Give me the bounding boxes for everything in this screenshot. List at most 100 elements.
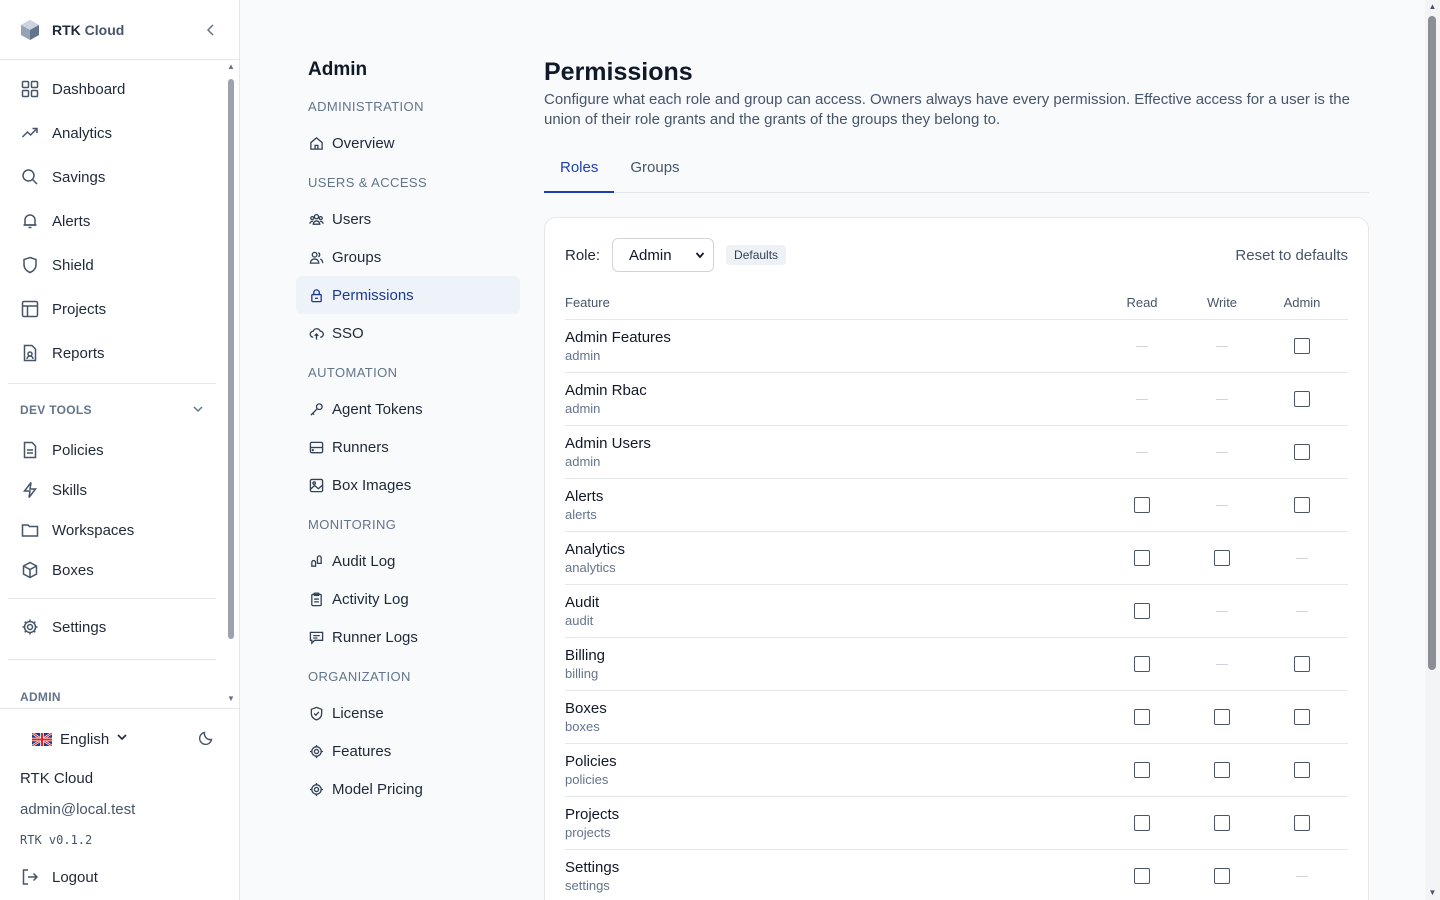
- admin-checkbox[interactable]: [1294, 497, 1310, 513]
- subnav-section-users-access: USERS & ACCESS: [308, 175, 428, 190]
- dashboard-icon: [20, 79, 40, 99]
- logout-button[interactable]: Logout: [0, 859, 239, 895]
- scroll-up-icon[interactable]: ▲: [227, 63, 235, 71]
- sidebar-item-settings[interactable]: Settings: [0, 605, 224, 649]
- sidebar-item-boxes[interactable]: Boxes: [0, 550, 224, 590]
- table-row: Analytics analytics: [565, 532, 1348, 585]
- sidebar-item-alerts[interactable]: Alerts: [0, 199, 224, 243]
- subnav-item-label: Runner Logs: [332, 628, 418, 646]
- page-scrollbar[interactable]: ▲ ▼: [1425, 0, 1440, 900]
- sidebar: RTK Cloud Dashboard Analytics Savings Al…: [0, 0, 240, 900]
- tab-groups[interactable]: Groups: [614, 154, 695, 193]
- subnav-item-groups[interactable]: Groups: [296, 238, 520, 276]
- admin-checkbox[interactable]: [1294, 391, 1310, 407]
- table-row: Alerts alerts: [565, 479, 1348, 532]
- table-row: Boxes boxes: [565, 691, 1348, 744]
- read-checkbox[interactable]: [1134, 656, 1150, 672]
- admin-checkbox[interactable]: [1294, 815, 1310, 831]
- scrollbar-thumb[interactable]: [228, 79, 234, 639]
- feature-name: Projects: [565, 805, 620, 823]
- sidebar-item-savings[interactable]: Savings: [0, 155, 224, 199]
- admin-checkbox[interactable]: [1294, 762, 1310, 778]
- defaults-badge: Defaults: [726, 245, 787, 265]
- subnav-item-audit-log[interactable]: Audit Log: [296, 542, 520, 580]
- subnav-item-license[interactable]: License: [296, 694, 520, 732]
- chevron-down-icon[interactable]: [115, 730, 129, 749]
- write-checkbox[interactable]: [1214, 815, 1230, 831]
- subnav-item-label: Overview: [332, 134, 395, 152]
- write-checkbox[interactable]: [1214, 762, 1230, 778]
- admin-cell: [1262, 875, 1342, 877]
- subnav-item-label: Runners: [332, 438, 389, 456]
- dev-tools-section-toggle[interactable]: DEV TOOLS: [0, 390, 224, 430]
- admin-cell: [1262, 762, 1342, 778]
- scroll-up-icon[interactable]: ▲: [1428, 3, 1437, 11]
- subnav-item-activity-log[interactable]: Activity Log: [296, 580, 520, 618]
- admin-checkbox[interactable]: [1294, 656, 1310, 672]
- read-checkbox[interactable]: [1134, 709, 1150, 725]
- sidebar-item-label: Alerts: [52, 212, 91, 230]
- admin-checkbox[interactable]: [1294, 709, 1310, 725]
- scroll-down-icon[interactable]: ▼: [1428, 889, 1437, 897]
- read-checkbox[interactable]: [1134, 550, 1150, 566]
- subnav-section-automation: AUTOMATION: [308, 365, 398, 380]
- sidebar-item-label: Boxes: [52, 561, 94, 579]
- write-checkbox[interactable]: [1214, 550, 1230, 566]
- feature-name: Analytics: [565, 540, 626, 558]
- sidebar-item-skills[interactable]: Skills: [0, 470, 224, 510]
- sidebar-item-dashboard[interactable]: Dashboard: [0, 67, 224, 111]
- tab-roles[interactable]: Roles: [544, 154, 615, 193]
- subnav-item-model-pricing[interactable]: Model Pricing: [296, 770, 520, 808]
- sidebar-item-reports[interactable]: Reports: [0, 331, 224, 375]
- role-label: Role:: [565, 246, 601, 264]
- not-applicable-dash: [1216, 504, 1228, 506]
- scrollbar-thumb[interactable]: [1428, 16, 1436, 670]
- read-checkbox[interactable]: [1134, 497, 1150, 513]
- write-checkbox[interactable]: [1214, 868, 1230, 884]
- not-applicable-dash: [1136, 398, 1148, 400]
- subnav-item-sso[interactable]: SSO: [296, 314, 520, 352]
- admin-cell: [1262, 444, 1342, 460]
- sidebar-item-policies[interactable]: Policies: [0, 430, 224, 470]
- subnav-item-permissions[interactable]: Permissions: [296, 276, 520, 314]
- subnav-item-runners[interactable]: Runners: [296, 428, 520, 466]
- read-checkbox[interactable]: [1134, 603, 1150, 619]
- sidebar-scrollbar[interactable]: ▲ ▼: [226, 61, 236, 707]
- feature-name: Policies: [565, 752, 617, 770]
- subnav-item-agent-tokens[interactable]: Agent Tokens: [296, 390, 520, 428]
- subnav-item-overview[interactable]: Overview: [296, 124, 520, 162]
- role-select[interactable]: Admin: [612, 238, 715, 272]
- feature-key: policies: [565, 771, 609, 787]
- scroll-down-icon[interactable]: ▼: [227, 695, 235, 703]
- sidebar-item-projects[interactable]: Projects: [0, 287, 224, 331]
- read-checkbox[interactable]: [1134, 868, 1150, 884]
- read-cell: [1102, 497, 1182, 513]
- subnav-item-users[interactable]: Users: [296, 200, 520, 238]
- subnav-item-features[interactable]: Features: [296, 732, 520, 770]
- subnav-item-box-images[interactable]: Box Images: [296, 466, 520, 504]
- read-checkbox[interactable]: [1134, 762, 1150, 778]
- table-header: Feature Read Write Admin: [565, 286, 1348, 320]
- read-checkbox[interactable]: [1134, 815, 1150, 831]
- moon-icon[interactable]: [198, 729, 215, 750]
- feature-key: analytics: [565, 559, 616, 575]
- collapse-sidebar-button[interactable]: [201, 20, 221, 40]
- feature-cell: Boxes boxes: [565, 700, 1102, 735]
- feature-name: Audit: [565, 593, 600, 611]
- divider: [8, 598, 216, 599]
- reset-to-defaults-button[interactable]: Reset to defaults: [1235, 247, 1348, 264]
- sidebar-item-label: Shield: [52, 256, 94, 274]
- feature-key: admin: [565, 400, 601, 416]
- admin-checkbox[interactable]: [1294, 338, 1310, 354]
- write-checkbox[interactable]: [1214, 709, 1230, 725]
- sidebar-item-analytics[interactable]: Analytics: [0, 111, 224, 155]
- sidebar-item-shield[interactable]: Shield: [0, 243, 224, 287]
- language-select[interactable]: English: [60, 731, 109, 748]
- sidebar-item-label: Dashboard: [52, 80, 126, 98]
- not-applicable-dash: [1216, 398, 1228, 400]
- admin-checkbox[interactable]: [1294, 444, 1310, 460]
- feature-name: Boxes: [565, 699, 607, 717]
- sidebar-item-workspaces[interactable]: Workspaces: [0, 510, 224, 550]
- page-description: Configure what each role and group can a…: [544, 91, 1350, 128]
- subnav-item-runner-logs[interactable]: Runner Logs: [296, 618, 520, 656]
